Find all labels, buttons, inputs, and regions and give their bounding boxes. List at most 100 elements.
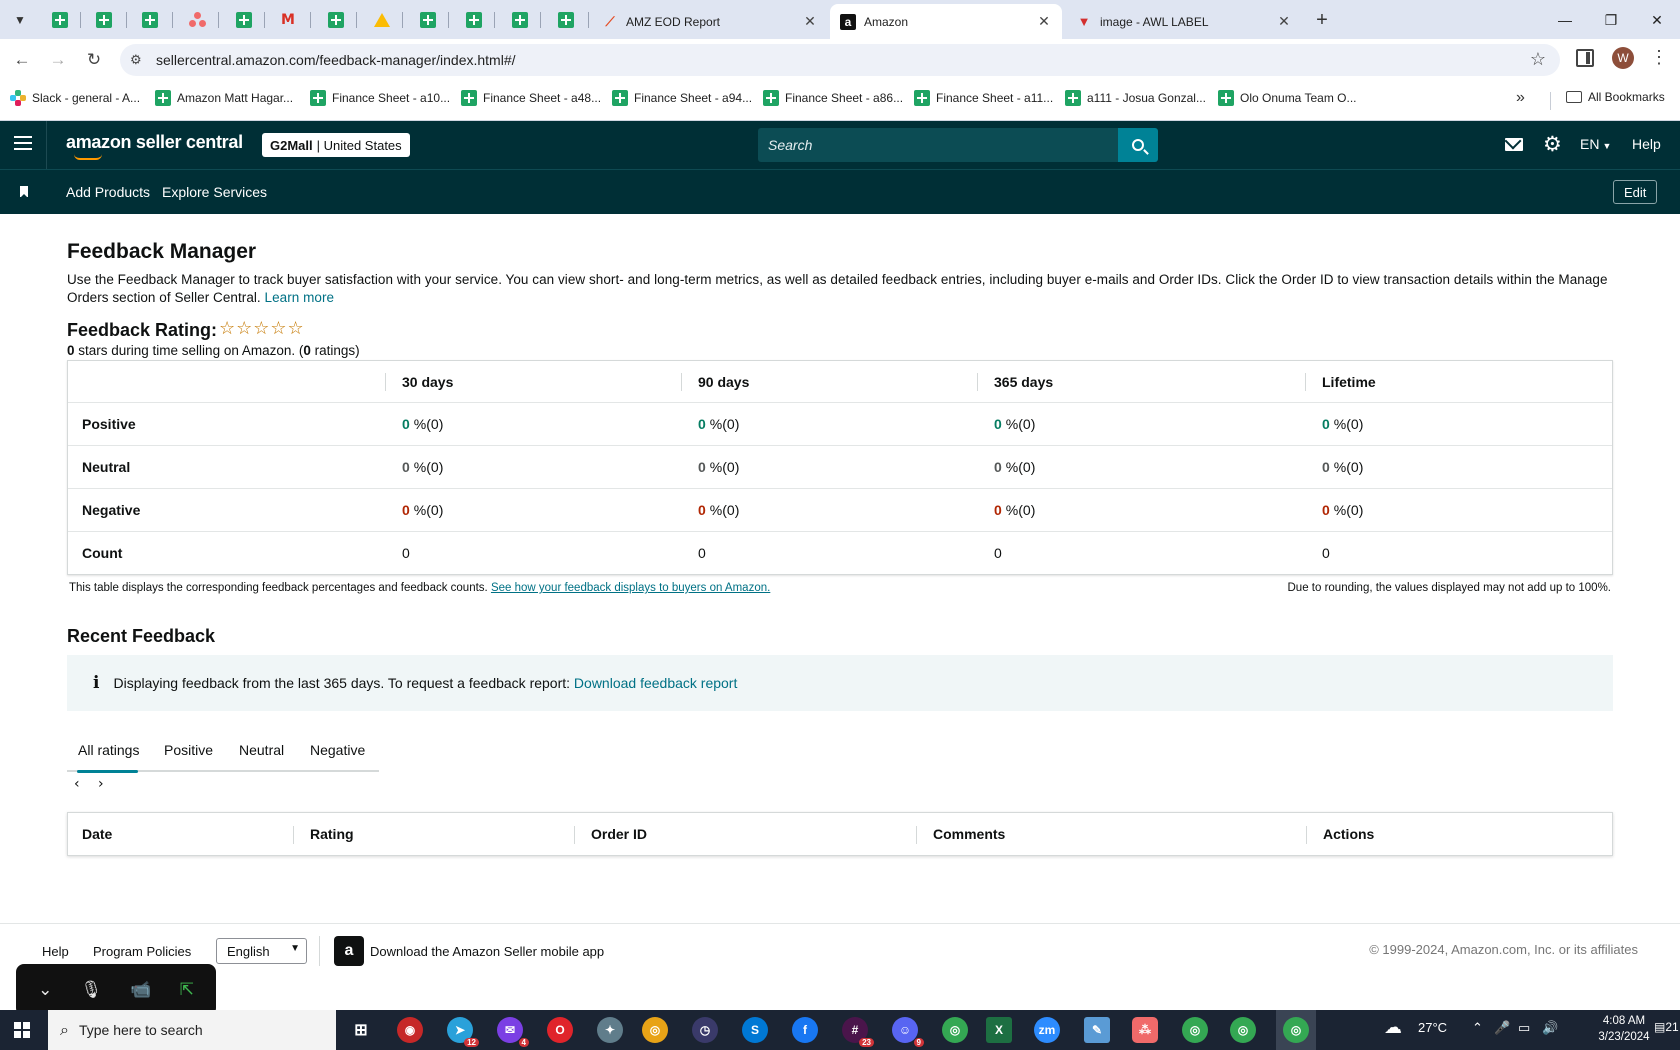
pinned-tab-drive[interactable]	[364, 6, 400, 34]
weather-icon[interactable]: ☁	[1384, 1017, 1402, 1038]
help-link[interactable]: Help	[1632, 136, 1661, 152]
tab-search-icon[interactable]: ▼	[8, 8, 32, 32]
column-header-rating[interactable]: Rating	[310, 813, 354, 855]
chrome-profile-icon[interactable]: ◎	[1182, 1017, 1208, 1043]
new-tab-button[interactable]: +	[1310, 8, 1334, 32]
facebook-icon[interactable]: f	[792, 1017, 818, 1043]
app-icon[interactable]: ◉	[397, 1017, 423, 1043]
taskbar-search[interactable]: ⌕ Type here to search	[48, 1010, 336, 1050]
mute-mic-icon[interactable]: 🎙	[81, 980, 103, 1000]
chrome-profile-icon[interactable]: ◎	[942, 1017, 968, 1043]
share-screen-icon[interactable]: ⇱	[180, 980, 194, 1000]
profile-avatar[interactable]: W	[1612, 47, 1634, 69]
close-window-button[interactable]: ✕	[1634, 6, 1680, 34]
forward-button[interactable]: →	[44, 46, 72, 74]
feedback-display-link[interactable]: See how your feedback displays to buyers…	[491, 582, 770, 594]
bookmark-olo-onuma-team[interactable]: Olo Onuma Team O...	[1218, 90, 1357, 106]
volume-icon[interactable]: 🔊	[1542, 1020, 1558, 1036]
column-header-date[interactable]: Date	[82, 813, 112, 855]
learn-more-link[interactable]: Learn more	[265, 290, 335, 305]
bookmark-finance-sheet[interactable]: Finance Sheet - a10...	[310, 90, 450, 106]
store-switcher[interactable]: G2Mall | United States	[262, 133, 410, 157]
excel-icon[interactable]: X	[986, 1017, 1012, 1043]
discord-icon[interactable]: ☺ 9	[892, 1017, 924, 1047]
bookmark-star-icon[interactable]: ☆	[1530, 49, 1546, 70]
side-panel-icon[interactable]	[1576, 49, 1594, 67]
hamburger-menu-icon[interactable]	[14, 136, 32, 150]
close-tab-icon[interactable]: ✕	[1276, 13, 1292, 30]
close-tab-icon[interactable]: ✕	[802, 13, 818, 30]
bookmark-amazon-matt-hagar[interactable]: Amazon Matt Hagar...	[155, 90, 293, 106]
chevron-left-icon[interactable]: ‹	[74, 776, 80, 792]
nav-explore-services[interactable]: Explore Services	[162, 184, 267, 200]
pinned-tab-sheets[interactable]	[318, 6, 354, 34]
tab-positive[interactable]: Positive	[164, 742, 213, 758]
pinned-tab-sheets[interactable]	[132, 6, 168, 34]
network-icon[interactable]: ▭	[1518, 1020, 1530, 1036]
close-tab-icon[interactable]: ✕	[1036, 13, 1052, 30]
app-icon[interactable]: ✦	[597, 1017, 623, 1043]
bookmark-finance-sheet[interactable]: Finance Sheet - a48...	[461, 90, 601, 106]
clock-app-icon[interactable]: ◷	[692, 1017, 718, 1043]
tab-neutral[interactable]: Neutral	[239, 742, 284, 758]
more-bookmarks-icon[interactable]: »	[1516, 89, 1525, 107]
bookmark-slack[interactable]: Slack - general - A...	[10, 90, 140, 106]
chrome-profile-icon[interactable]: ◎	[1283, 1017, 1309, 1043]
search-button[interactable]	[1118, 128, 1158, 162]
skype-icon[interactable]: S	[742, 1017, 768, 1043]
browser-tab-amz-eod-report[interactable]: ⟋ AMZ EOD Report ✕	[592, 4, 828, 39]
bookmark-icon[interactable]	[20, 186, 28, 198]
amazon-app-icon[interactable]: a	[334, 936, 364, 966]
tab-negative[interactable]: Negative	[310, 742, 365, 758]
browser-tab-awl-label[interactable]: ▼ image - AWL LABEL ✕	[1066, 4, 1302, 39]
site-info-icon[interactable]: ⚙	[130, 52, 142, 68]
chrome-icon[interactable]: ◎	[642, 1017, 668, 1043]
pinned-tab-sheets[interactable]	[456, 6, 492, 34]
chevron-down-icon[interactable]: ⌄	[38, 980, 52, 1000]
opera-icon[interactable]: O	[547, 1017, 573, 1043]
chrome-profile-icon[interactable]: ◎	[1230, 1017, 1256, 1043]
temperature[interactable]: 27°C	[1418, 1020, 1447, 1035]
browser-menu-icon[interactable]: ⋮	[1650, 47, 1668, 68]
notifications-icon[interactable]: ▤21	[1654, 1020, 1679, 1034]
restore-button[interactable]: ❐	[1588, 6, 1634, 34]
pinned-tab-sheets[interactable]	[548, 6, 584, 34]
zoom-icon[interactable]: zm	[1034, 1017, 1060, 1043]
gear-icon[interactable]: ⚙	[1543, 132, 1562, 156]
tab-all-ratings[interactable]: All ratings	[78, 742, 139, 758]
back-button[interactable]: ←	[8, 46, 36, 74]
pinned-tab-gmail[interactable]: M	[270, 6, 306, 34]
all-bookmarks-folder[interactable]: All Bookmarks	[1566, 90, 1665, 104]
footer-help-link[interactable]: Help	[42, 944, 69, 959]
chevron-up-icon[interactable]: ⌃	[1472, 1020, 1483, 1036]
minimize-button[interactable]: —	[1542, 6, 1588, 34]
browser-tab-amazon[interactable]: a Amazon ✕	[830, 4, 1062, 39]
pinned-tab-sheets[interactable]	[86, 6, 122, 34]
pinned-tab-sheets[interactable]	[410, 6, 446, 34]
bookmark-finance-sheet[interactable]: Finance Sheet - a11...	[914, 90, 1053, 106]
column-header-order-id[interactable]: Order ID	[591, 813, 647, 855]
pinned-tab-sheets[interactable]	[502, 6, 538, 34]
system-clock[interactable]: 4:08 AM 3/23/2024	[1596, 1013, 1652, 1045]
windows-start-icon[interactable]	[14, 1022, 30, 1038]
telegram-icon[interactable]: ➤ 12	[447, 1017, 479, 1047]
chevron-right-icon[interactable]: ›	[98, 776, 104, 792]
download-app-link[interactable]: Download the Amazon Seller mobile app	[370, 944, 604, 959]
url-text[interactable]: sellercentral.amazon.com/feedback-manage…	[156, 52, 516, 68]
video-camera-icon[interactable]: 📹	[130, 980, 151, 1000]
notes-icon[interactable]: ✎	[1084, 1017, 1110, 1043]
bookmark-josua-gonzal[interactable]: a111 - Josua Gonzal...	[1065, 90, 1206, 106]
mail-icon[interactable]	[1505, 138, 1523, 151]
asana-icon[interactable]: ⁂	[1132, 1017, 1158, 1043]
download-report-link[interactable]: Download feedback report	[574, 675, 737, 691]
edit-nav-button[interactable]: Edit	[1613, 180, 1658, 204]
bookmark-finance-sheet[interactable]: Finance Sheet - a86...	[763, 90, 903, 106]
pinned-tab-sheets[interactable]	[42, 6, 78, 34]
seller-central-logo[interactable]: amazon seller central	[66, 132, 243, 160]
slack-icon[interactable]: #23	[842, 1017, 874, 1047]
microphone-icon[interactable]: 🎤	[1494, 1020, 1510, 1036]
task-view-icon[interactable]: ⊞	[348, 1017, 374, 1043]
footer-program-policies-link[interactable]: Program Policies	[93, 944, 191, 959]
bookmark-finance-sheet[interactable]: Finance Sheet - a94...	[612, 90, 752, 106]
language-selector[interactable]: EN ▼	[1580, 136, 1611, 152]
